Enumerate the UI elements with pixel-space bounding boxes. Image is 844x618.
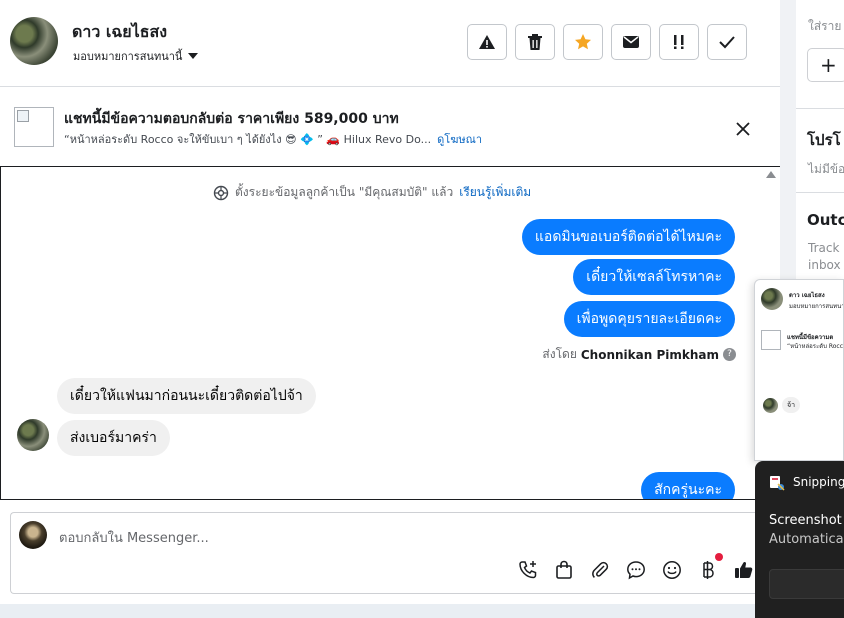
snipping-action-button[interactable] [769,569,844,599]
warning-icon [479,35,495,49]
snipping-message-body: Automaticall [769,532,844,547]
sent-by-prefix: ส่งโดย [542,347,577,361]
promotions-empty-note: ไม่มีข้อ [808,162,844,176]
outgoing-message[interactable]: เดี๋ยวให้เซลล์โทรหาคะ [573,259,735,295]
outgoing-message[interactable]: สักครู่นะคะ [641,472,735,499]
divider [796,108,844,109]
shop-button[interactable] [553,559,575,581]
ad-title: แชทนี้มีข้อความตอบกลับต่อ ราคาเพียง 589,… [64,111,399,127]
phone-plus-icon [519,561,537,579]
outgoing-message[interactable]: แอดมินขอเบอร์ติดต่อได้ไหมคะ [521,219,735,255]
notification-dot [715,553,723,561]
preview-ad-thumbnail [761,330,781,350]
message-thread[interactable]: ตั้งระยะข้อมูลลูกค้าเป็น "มีคุณสมบัติ" แ… [0,166,780,500]
trash-icon [528,34,542,50]
preview-avatar [761,288,783,310]
page-avatar [19,521,47,549]
add-label-button[interactable]: + [807,48,844,82]
assign-label: มอบหมายการสนทนานี้ [73,50,183,63]
chat-bubble-icon [627,561,645,580]
emoji-button[interactable] [661,559,683,581]
lead-stage-icon [213,185,229,200]
mark-done-button[interactable] [707,24,747,60]
preview-name: ดาว เฉยไธสง [789,292,825,299]
snipping-tool-notification[interactable]: Snipping Screenshot c Automaticall [755,461,844,618]
screenshot-preview-thumbnail[interactable]: ดาว เฉยไธสง มอบหมายการสนทนานี้ แชทนี้มีข… [754,279,844,461]
reply-input[interactable]: ตอบกลับใน Messenger... [59,527,209,548]
smiley-icon [663,561,681,579]
divider [796,192,844,193]
close-ad-button[interactable] [732,118,754,140]
outcomes-description-line: inbox b [808,258,844,272]
system-note: ตั้งระยะข้อมูลลูกค้าเป็น "มีคุณสมบัติ" แ… [213,183,531,202]
preview-avatar-small [763,398,778,413]
conversation-header: ดาว เฉยไธสง มอบหมายการสนทนานี้ [0,0,780,87]
envelope-icon [623,36,639,48]
saved-replies-button[interactable] [625,559,647,581]
star-icon [575,34,591,50]
attach-button[interactable] [589,559,611,581]
payment-button[interactable] [697,553,723,581]
preview-ad-snippet: “หน้าหล่อระดับ Rocco จ [787,343,843,350]
outcomes-title: Outc [807,211,844,229]
chevron-down-icon [188,53,199,59]
inbox-main-panel: ดาว เฉยไธสง มอบหมายการสนทนานี้ แชทนี้มีข… [0,0,780,618]
system-note-text: ตั้งระยะข้อมูลลูกค้าเป็น "มีคุณสมบัติ" แ… [235,185,454,199]
double-exclamation-icon [674,35,684,49]
composer-toolbar [517,553,755,581]
scissors-app-icon [770,476,785,491]
assign-dropdown[interactable]: มอบหมายการสนทนานี้ [73,47,199,65]
delete-button[interactable] [515,24,555,60]
preview-subtitle: มอบหมายการสนทนานี้ [789,303,844,310]
star-button[interactable] [563,24,603,60]
header-actions [467,24,747,60]
shopping-bag-icon [556,560,572,579]
outgoing-message[interactable]: เพื่อพูดคุยรายละเอียดคะ [563,301,735,337]
contact-avatar-small [17,419,49,451]
learn-more-link[interactable]: เรียนรู้เพิ่มเติม [459,183,531,202]
sent-by-info: ส่งโดย Chonnikan Pimkham ? [542,345,736,364]
close-icon [736,122,750,136]
checkmark-icon [719,36,735,49]
contact-name[interactable]: ดาว เฉยไธสง [72,20,167,45]
bottom-strip [0,604,780,618]
promotions-title: โปรโ [807,131,841,149]
view-ad-link[interactable]: ดูโฆษณา [437,133,482,146]
thumbs-up-icon [735,561,753,578]
ad-reference-banner: แชทนี้มีข้อความตอบกลับต่อ ราคาเพียง 589,… [0,87,780,167]
like-button[interactable] [733,559,755,581]
follow-up-button[interactable] [659,24,699,60]
scroll-up-arrow-icon[interactable] [766,171,776,178]
add-call-button[interactable] [517,559,539,581]
sent-by-name: Chonnikan Pimkham [580,347,719,362]
snipping-message-title: Screenshot c [769,513,844,528]
labels-input-hint[interactable]: ใส่ราย [808,17,841,36]
paperclip-icon [592,561,609,578]
report-spam-button[interactable] [467,24,507,60]
help-icon[interactable]: ? [723,348,736,361]
contact-avatar[interactable] [10,17,58,65]
incoming-message[interactable]: ส่งเบอร์มาคร่า [57,420,170,456]
mark-unread-button[interactable] [611,24,651,60]
preview-bubble: จ้า [782,397,800,413]
ad-snippet: “หน้าหล่อระดับ Rocco จะให้ขับเบา ๆ ได้ยั… [64,133,432,146]
reply-composer: ตอบกลับใน Messenger... [10,512,780,594]
incoming-message[interactable]: เดี๋ยวให้แฟนมาก่อนนะเดี๋ยวติดต่อไปจ้า [57,378,316,414]
ad-thumbnail[interactable] [14,107,54,147]
baht-icon [703,561,714,579]
ad-snippet-line: “หน้าหล่อระดับ Rocco จะให้ขับเบา ๆ ได้ยั… [64,130,482,148]
outcomes-description-line: Track k [808,241,844,255]
snipping-app-title: Snipping [793,475,844,489]
